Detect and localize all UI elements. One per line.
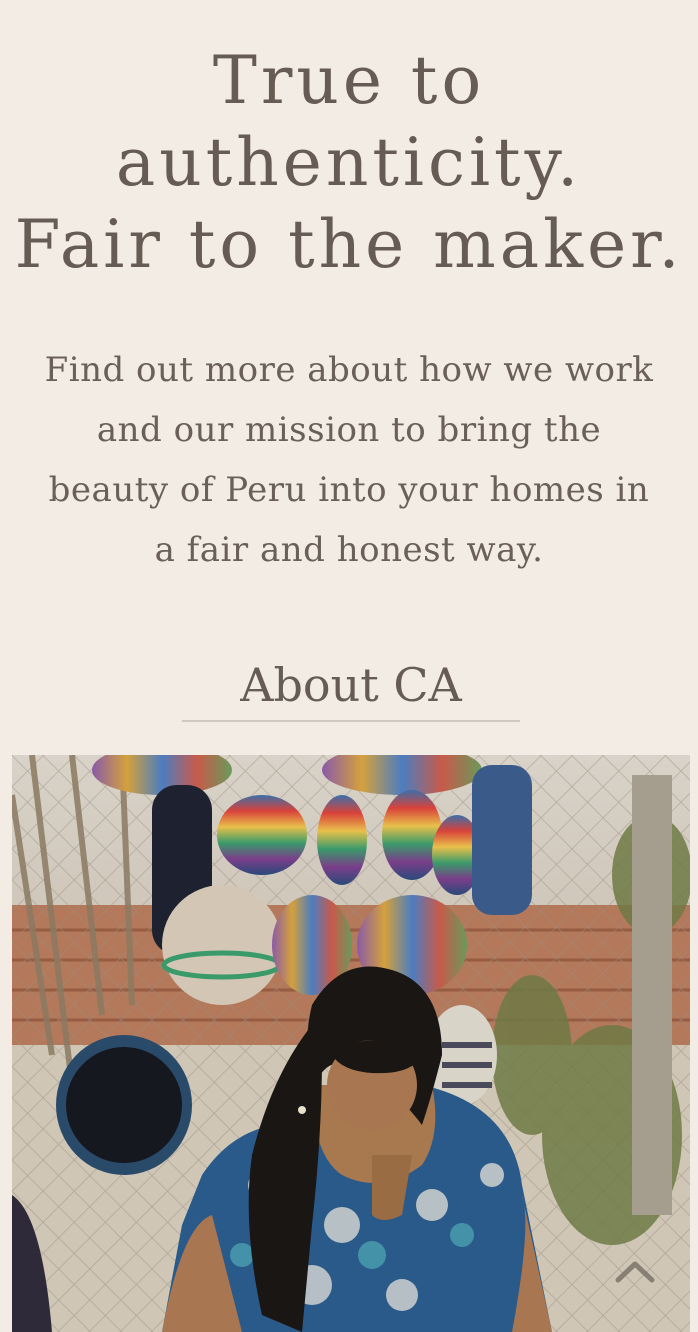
- chevron-up-icon: [615, 1261, 655, 1283]
- hero-title-line-1: True to authenticity.: [115, 42, 583, 201]
- scroll-to-top-button[interactable]: [612, 1250, 658, 1290]
- intro-text: Find out more about how we work and our …: [44, 350, 654, 570]
- about-ca-link[interactable]: About CA: [182, 650, 520, 722]
- hero-title-line-2: Fair to the maker.: [14, 206, 684, 283]
- artisan-photo: [12, 755, 690, 1332]
- hero-title: True to authenticity. Fair to the maker.: [0, 40, 698, 286]
